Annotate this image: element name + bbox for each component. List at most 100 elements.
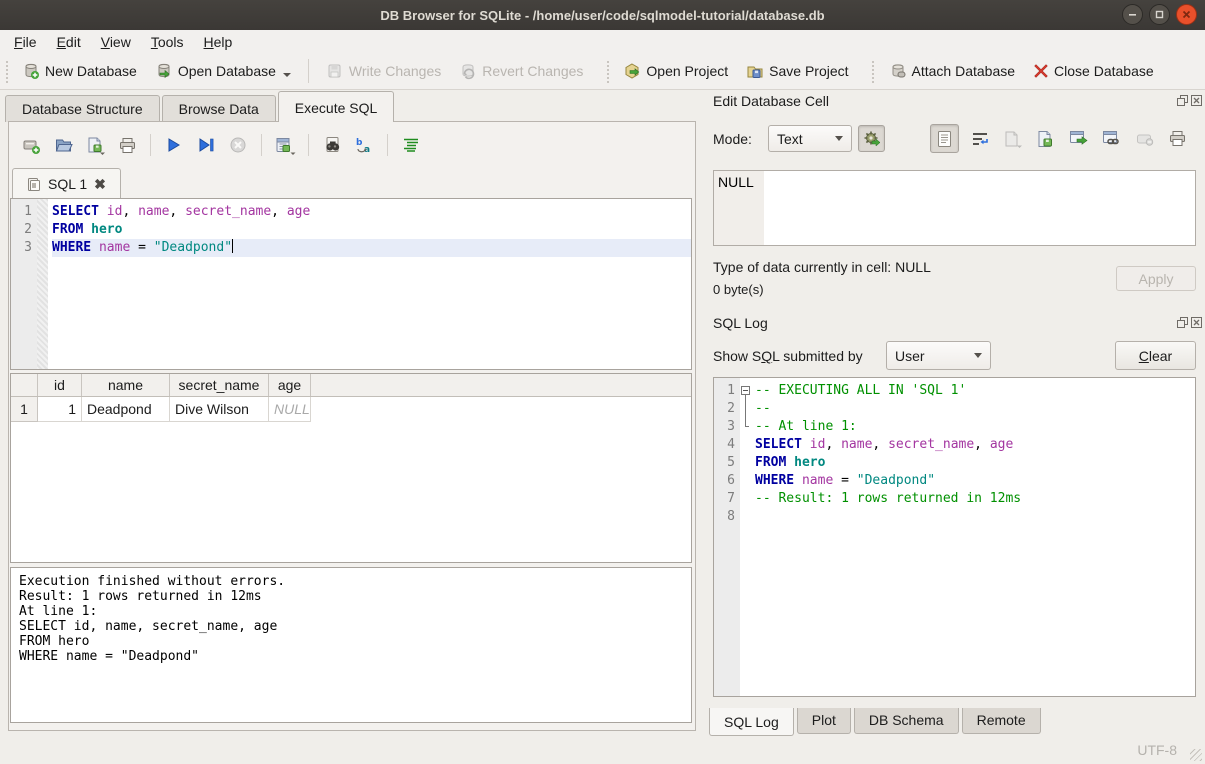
float-panel-icon[interactable] (1177, 95, 1188, 106)
execute-current-line-icon (198, 137, 215, 153)
menu-edit[interactable]: Edit (47, 32, 91, 52)
save-sql-file-button[interactable] (82, 132, 108, 158)
cell-id[interactable]: 1 (38, 397, 82, 422)
sql-file-tab[interactable]: SQL 1 ✖ (12, 168, 121, 199)
row-number[interactable]: 1 (11, 397, 38, 422)
open-database-button[interactable]: Open Database (146, 57, 300, 85)
menu-tools[interactable]: Tools (141, 32, 194, 52)
cell-age[interactable]: NULL (269, 397, 311, 422)
minimize-icon[interactable] (1122, 4, 1143, 25)
toolbar-grip[interactable] (870, 59, 877, 83)
export-results-icon (274, 136, 296, 155)
row-number-header[interactable] (11, 374, 38, 396)
export-cell-data-button[interactable] (1031, 124, 1060, 153)
execute-current-line-button[interactable] (193, 132, 219, 158)
resize-grip[interactable] (1190, 749, 1202, 761)
log-fold-margin[interactable] (740, 378, 751, 696)
stop-icon (229, 136, 247, 154)
sql-log-view[interactable]: 12345678 -- EXECUTING ALL IN 'SQL 1'----… (713, 377, 1196, 697)
tab-database-structure[interactable]: Database Structure (5, 95, 160, 122)
open-external-icon (1069, 130, 1088, 147)
open-project-button[interactable]: Open Project (614, 57, 737, 85)
gear-arrow-icon (863, 130, 881, 148)
word-wrap-button[interactable] (965, 124, 994, 153)
sql-log-title: SQL Log (713, 315, 768, 331)
menu-view[interactable]: View (91, 32, 141, 52)
toolbar-grip[interactable] (3, 59, 10, 83)
cell-name[interactable]: Deadpond (82, 397, 170, 422)
export-icon (1036, 130, 1055, 148)
cell-size-info: 0 byte(s) (713, 282, 764, 297)
replace-icon: b a (354, 136, 374, 155)
auto-mode-button[interactable] (858, 125, 885, 152)
find-icon (323, 136, 342, 155)
open-database-dropdown-icon[interactable] (283, 73, 291, 77)
print-cell-button[interactable] (1163, 124, 1192, 153)
revert-changes-icon (459, 62, 477, 80)
print-sql-button[interactable] (114, 132, 140, 158)
column-header-secret-name[interactable]: secret_name (170, 374, 269, 396)
open-in-external-button[interactable] (1064, 124, 1093, 153)
sql-editor[interactable]: 123 SELECT id, name, secret_name, ageFRO… (10, 198, 692, 370)
close-icon[interactable] (1176, 4, 1197, 25)
open-project-icon (623, 62, 641, 80)
export-results-button[interactable] (272, 132, 298, 158)
close-panel-icon[interactable] (1191, 317, 1202, 328)
tab-sql-log[interactable]: SQL Log (709, 708, 794, 736)
clear-log-button[interactable]: Clear (1115, 341, 1196, 370)
cell-secret-name[interactable]: Dive Wilson (170, 397, 269, 422)
text-mode-button[interactable] (930, 124, 959, 153)
results-header: id name secret_name age (11, 374, 691, 397)
sql-toolbar: b a (18, 132, 424, 158)
print-icon (1168, 129, 1187, 148)
encoding-indicator[interactable]: UTF-8 (1137, 742, 1177, 758)
format-sql-button[interactable] (398, 132, 424, 158)
save-project-icon (746, 62, 764, 80)
close-database-button[interactable]: Close Database (1024, 58, 1163, 84)
column-header-age[interactable]: age (269, 374, 311, 396)
save-project-button[interactable]: Save Project (737, 57, 857, 85)
editor-text[interactable]: SELECT id, name, secret_name, ageFROM he… (48, 199, 691, 369)
set-null-button (1130, 124, 1159, 153)
sql-tab-close-icon[interactable]: ✖ (94, 176, 106, 193)
fold-collapse-icon[interactable] (741, 386, 750, 395)
float-panel-icon[interactable] (1177, 317, 1188, 328)
stop-sql-button (225, 132, 251, 158)
print-icon (118, 136, 137, 155)
new-sql-tab-button[interactable] (18, 132, 44, 158)
execute-sql-button[interactable] (161, 132, 187, 158)
tab-execute-sql[interactable]: Execute SQL (278, 91, 395, 122)
open-sql-file-button[interactable] (50, 132, 76, 158)
tab-remote[interactable]: Remote (962, 708, 1041, 734)
column-header-name[interactable]: name (82, 374, 170, 396)
toolbar-grip[interactable] (604, 59, 611, 83)
menu-file[interactable]: File (4, 32, 47, 52)
copy-link-button[interactable] (1097, 124, 1126, 153)
log-text: -- EXECUTING ALL IN 'SQL 1'---- At line … (751, 378, 1195, 696)
maximize-icon[interactable] (1149, 4, 1170, 25)
mode-select[interactable]: Text (768, 125, 852, 152)
import-icon (1003, 130, 1023, 148)
new-database-button[interactable]: New Database (13, 57, 146, 85)
write-changes-button: Write Changes (317, 57, 450, 85)
replace-button[interactable]: b a (351, 132, 377, 158)
menu-help[interactable]: Help (194, 32, 243, 52)
edit-cell-title: Edit Database Cell (713, 93, 829, 109)
menu-bar: File Edit View Tools Help (0, 30, 1205, 53)
find-button[interactable] (319, 132, 345, 158)
new-sql-tab-icon (22, 136, 41, 155)
log-filter-select[interactable]: User (886, 341, 991, 370)
log-line-numbers: 12345678 (714, 378, 740, 696)
tab-db-schema[interactable]: DB Schema (854, 708, 959, 734)
tab-plot[interactable]: Plot (797, 708, 851, 734)
link-icon (1102, 130, 1121, 147)
attach-database-icon (889, 62, 907, 80)
column-header-id[interactable]: id (38, 374, 82, 396)
close-panel-icon[interactable] (1191, 95, 1202, 106)
new-database-icon (22, 62, 40, 80)
cell-editor[interactable]: NULL (713, 170, 1196, 246)
chevron-down-icon (835, 136, 843, 141)
attach-database-button[interactable]: Attach Database (880, 57, 1025, 85)
title-bar[interactable]: DB Browser for SQLite - /home/user/code/… (0, 0, 1205, 30)
tab-browse-data[interactable]: Browse Data (162, 95, 276, 122)
